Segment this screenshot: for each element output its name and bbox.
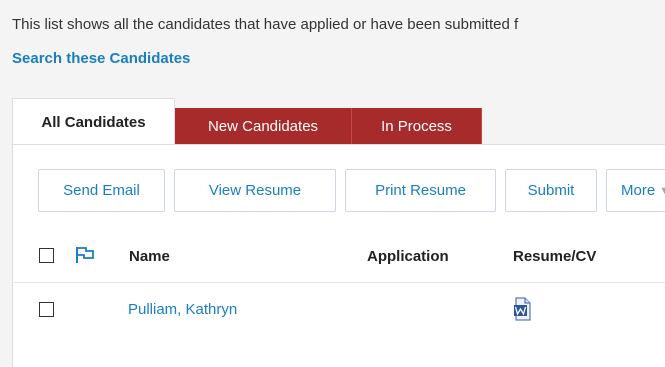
intro-text: This list shows all the candidates that … xyxy=(12,16,519,33)
print-resume-button[interactable]: Print Resume xyxy=(345,169,496,212)
table-header-row: Name Application Resume/CV xyxy=(13,231,665,283)
more-dropdown-button[interactable]: More ▼ xyxy=(606,169,665,212)
select-all-checkbox[interactable] xyxy=(39,248,54,263)
candidate-tabs: All Candidates New Candidates In Process xyxy=(12,98,482,145)
tab-in-process[interactable]: In Process xyxy=(352,108,482,145)
column-header-application[interactable]: Application xyxy=(367,248,449,265)
word-document-icon[interactable] xyxy=(513,297,531,321)
tab-new-candidates[interactable]: New Candidates xyxy=(175,108,352,145)
column-header-resume[interactable]: Resume/CV xyxy=(513,248,596,265)
more-label: More xyxy=(621,182,656,199)
search-candidates-link[interactable]: Search these Candidates xyxy=(12,50,190,67)
candidates-panel: Send Email View Resume Print Resume Subm… xyxy=(12,144,665,367)
submit-button[interactable]: Submit xyxy=(505,169,597,212)
view-resume-button[interactable]: View Resume xyxy=(174,169,336,212)
action-toolbar: Send Email View Resume Print Resume Subm… xyxy=(38,169,665,212)
caret-down-icon: ▼ xyxy=(659,184,665,197)
tab-all-candidates[interactable]: All Candidates xyxy=(12,98,175,145)
send-email-button[interactable]: Send Email xyxy=(38,169,165,212)
column-header-name[interactable]: Name xyxy=(129,248,170,265)
row-checkbox[interactable] xyxy=(39,302,54,317)
table-row: Pulliam, Kathryn xyxy=(13,283,665,339)
flag-icon[interactable] xyxy=(75,246,95,264)
candidate-name-link[interactable]: Pulliam, Kathryn xyxy=(128,301,237,318)
